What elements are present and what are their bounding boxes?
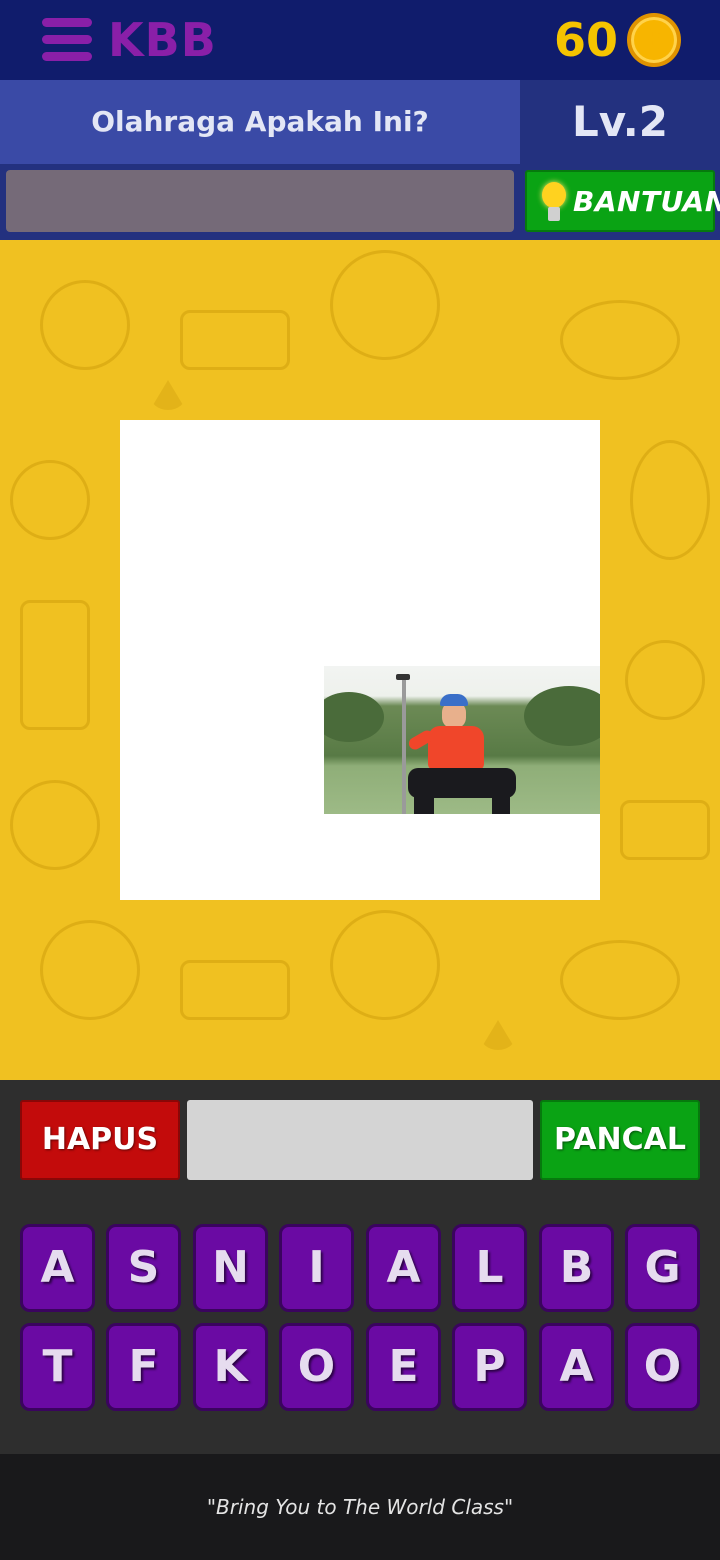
letter-key[interactable]: T	[20, 1323, 95, 1411]
bulb-base	[548, 207, 560, 221]
letter-key[interactable]: O	[625, 1323, 700, 1411]
letter-key[interactable]: F	[106, 1323, 181, 1411]
key-letter: N	[212, 1242, 249, 1293]
level-indicator: Lv.2	[572, 97, 668, 146]
key-letter: O	[297, 1341, 336, 1392]
app-logo: KBB	[108, 13, 217, 67]
skip-label: PANCAL	[554, 1122, 686, 1157]
typed-letters-box	[187, 1100, 533, 1180]
answer-row: BANTUAN	[0, 164, 720, 240]
letter-key[interactable]: A	[366, 1224, 441, 1312]
doodle-cone-icon	[150, 380, 186, 410]
doodle-ball-icon	[10, 780, 100, 870]
doodle-ball-icon	[10, 460, 90, 540]
skip-button[interactable]: PANCAL	[540, 1100, 700, 1180]
key-letter: G	[644, 1242, 681, 1293]
doodle-ring-icon	[625, 640, 705, 720]
key-letter: L	[475, 1242, 504, 1293]
hamburger-menu-icon[interactable]	[42, 17, 92, 63]
coin-count: 60	[553, 13, 618, 67]
golf-club-head	[396, 674, 410, 680]
menu-line	[42, 35, 92, 44]
controls-panel: HAPUS PANCAL A S N I A L B G T F K O E P…	[0, 1080, 720, 1454]
letter-key[interactable]: L	[452, 1224, 527, 1312]
photo-tree	[524, 686, 600, 746]
golfer-shirt	[428, 726, 484, 770]
question-text: Olahraga Apakah Ini?	[91, 105, 429, 138]
menu-line	[42, 18, 92, 27]
tagline: "Bring You to The World Class"	[206, 1495, 514, 1519]
letter-key[interactable]: E	[366, 1323, 441, 1411]
key-letter: A	[386, 1242, 421, 1293]
doodle-ball-icon	[560, 300, 680, 380]
footer: "Bring You to The World Class"	[0, 1454, 720, 1560]
letter-key[interactable]: A	[20, 1224, 95, 1312]
delete-button[interactable]: HAPUS	[20, 1100, 180, 1180]
doodle-ticket-icon	[620, 800, 710, 860]
key-letter: A	[40, 1242, 75, 1293]
doodle-ball-icon	[330, 910, 440, 1020]
doodle-cone-icon	[480, 1020, 516, 1050]
dollar-coin-icon	[627, 13, 681, 67]
letter-key[interactable]: B	[539, 1224, 614, 1312]
revealed-photo-tile	[324, 666, 600, 814]
puzzle-picture	[120, 420, 600, 900]
level-bar: Lv.2	[520, 80, 720, 164]
top-bar: KBB 60	[0, 0, 720, 80]
key-letter: O	[643, 1341, 682, 1392]
question-bar: Olahraga Apakah Ini?	[0, 80, 520, 164]
golfer-leg	[492, 784, 510, 814]
play-area	[0, 240, 720, 1080]
letter-key[interactable]: I	[279, 1224, 354, 1312]
golfer-cap	[440, 694, 468, 706]
help-button[interactable]: BANTUAN	[525, 170, 720, 232]
golfer-leg	[414, 784, 434, 814]
letter-key[interactable]: N	[193, 1224, 268, 1312]
bulb-glass	[542, 182, 566, 208]
golf-club	[402, 674, 406, 814]
answer-slots	[6, 170, 514, 232]
menu-line	[42, 52, 92, 61]
letter-key[interactable]: P	[452, 1323, 527, 1411]
help-label: BANTUAN	[573, 185, 720, 218]
doodle-ticket-icon	[180, 960, 290, 1020]
key-letter: P	[473, 1341, 506, 1392]
doodle-ball-icon	[630, 440, 710, 560]
key-letter: F	[128, 1341, 159, 1392]
delete-label: HAPUS	[41, 1122, 159, 1157]
doodle-ball-icon	[330, 250, 440, 360]
letter-key[interactable]: O	[279, 1323, 354, 1411]
key-letter: A	[559, 1341, 594, 1392]
doodle-stopwatch-icon	[40, 280, 130, 370]
letter-key[interactable]: A	[539, 1323, 614, 1411]
key-letter: B	[559, 1242, 594, 1293]
doodle-ball-icon	[560, 940, 680, 1020]
letter-key[interactable]: K	[193, 1323, 268, 1411]
key-letter: E	[388, 1341, 419, 1392]
key-letter: T	[42, 1341, 73, 1392]
key-letter: S	[127, 1242, 160, 1293]
key-letter: K	[213, 1341, 248, 1392]
letter-key[interactable]: S	[106, 1224, 181, 1312]
golfer-figure	[394, 674, 524, 814]
doodle-scarf-icon	[20, 600, 90, 730]
photo-tree	[324, 692, 384, 742]
letter-key[interactable]: G	[625, 1224, 700, 1312]
doodle-stopwatch-icon	[40, 920, 140, 1020]
doodle-ticket-icon	[180, 310, 290, 370]
lightbulb-icon	[539, 180, 569, 226]
key-letter: I	[308, 1242, 325, 1293]
